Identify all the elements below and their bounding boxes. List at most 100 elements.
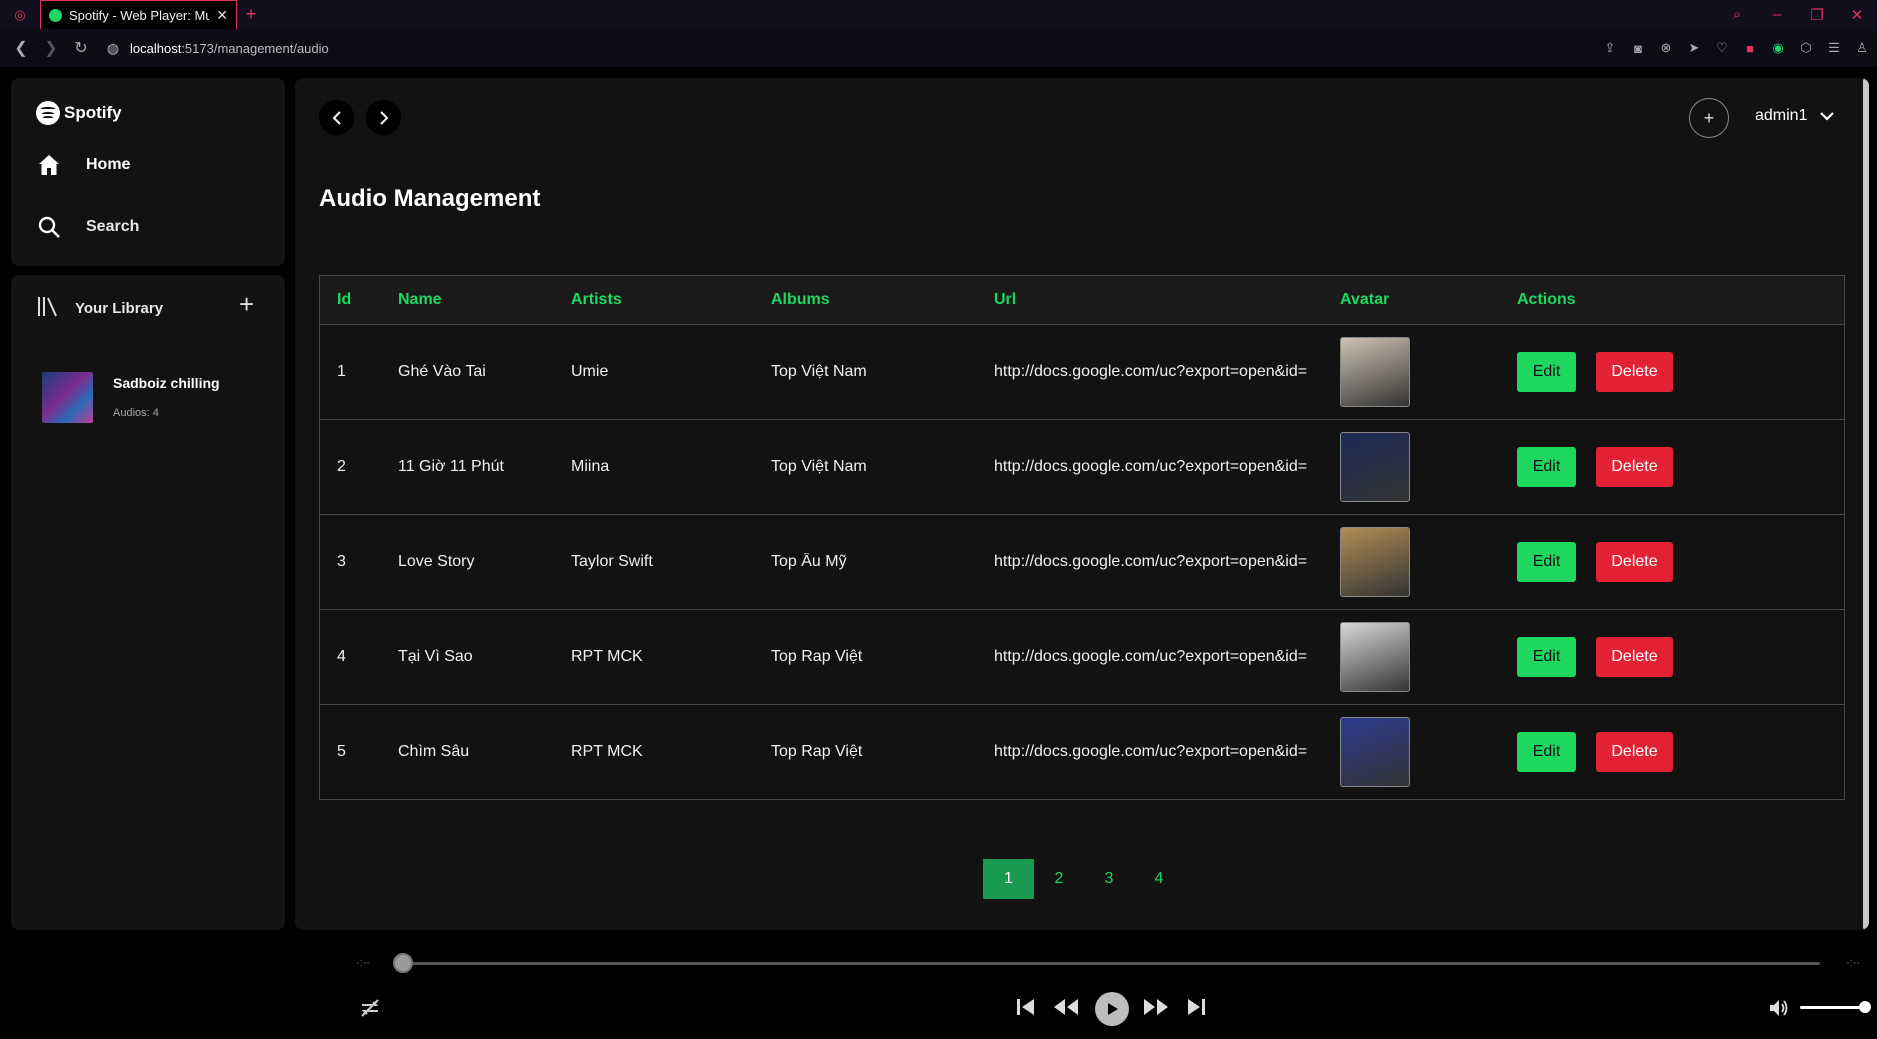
minimize-icon[interactable]: – [1757,6,1797,23]
send-icon[interactable]: ➤ [1685,40,1703,56]
cell-album: Top Rap Việt [771,743,863,760]
play-icon [1108,1003,1118,1015]
column-header-actions: Actions [1517,291,1576,308]
play-button[interactable] [1095,992,1129,1026]
your-library-button[interactable]: Your Library [36,294,163,322]
cell-artists: Taylor Swift [571,553,653,570]
cell-album: Top Việt Nam [771,458,867,475]
avatar-image [1340,527,1410,597]
cell-url: http://docs.google.com/uc?export=open&id… [994,553,1308,570]
close-tab-icon[interactable]: ✕ [216,7,228,24]
camera-icon[interactable]: ◙ [1629,41,1647,56]
delete-button[interactable]: Delete [1596,352,1673,392]
playlist-cover [42,372,93,423]
forward-icon[interactable]: ❯ [36,38,66,58]
cell-artists: RPT MCK [571,743,643,760]
cell-avatar [1340,622,1517,692]
cell-url: http://docs.google.com/uc?export=open&id… [994,648,1308,665]
time-elapsed: -:-- [356,957,371,969]
cell-actions: Edit Delete [1517,732,1844,772]
cell-name: Tại Vì Sao [398,648,473,665]
spotify-logo[interactable]: Spotify [36,101,122,125]
cell-actions: Edit Delete [1517,352,1844,392]
edit-button[interactable]: Edit [1517,447,1576,487]
history-forward-button[interactable] [366,100,401,135]
cell-actions: Edit Delete [1517,637,1844,677]
cell-name: 11 Giờ 11 Phút [398,458,504,475]
gamepad-icon[interactable]: ◎ [0,0,40,29]
back-icon[interactable]: ❮ [6,38,36,58]
page-1-button[interactable]: 1 [983,859,1034,899]
sidebar-item-search[interactable]: Search [36,214,139,240]
main-content: + admin1 Audio Management Id Name Artist… [295,78,1869,930]
repeat-icon[interactable] [358,996,382,1020]
cell-artists: RPT MCK [571,648,643,665]
volume-slider[interactable] [1800,1006,1866,1009]
heart-icon[interactable]: ♡ [1713,40,1731,56]
library-playlist[interactable]: Sadboiz chilling Audios: 4 [42,372,220,423]
cell-id: 3 [337,553,346,570]
chevron-left-icon [332,110,341,125]
column-header-id: Id [337,291,352,308]
skip-next-icon[interactable] [1185,996,1207,1018]
create-playlist-icon[interactable]: + [239,289,254,320]
page-4-button[interactable]: 4 [1134,859,1184,899]
cube-icon[interactable]: ⬡ [1797,40,1815,56]
block-icon[interactable]: ⊗ [1657,40,1675,56]
cell-url: http://docs.google.com/uc?export=open&id… [994,458,1308,475]
close-window-icon[interactable]: ✕ [1837,6,1877,24]
history-back-button[interactable] [319,100,354,135]
main-scrollbar[interactable] [1863,78,1869,930]
cell-name: Ghé Vào Tai [398,363,486,380]
profile-icon[interactable]: ♙ [1853,40,1871,56]
table-row: 3 Love Story Taylor Swift Top Âu Mỹ http://d… [320,514,1844,609]
menu-icon[interactable]: ☰ [1825,40,1843,56]
page-3-button[interactable]: 3 [1084,859,1134,899]
restore-icon[interactable]: ❐ [1797,6,1837,24]
user-menu[interactable]: admin1 [1755,107,1835,125]
cell-album: Top Việt Nam [771,363,867,380]
edit-button[interactable]: Edit [1517,732,1576,772]
search-tabs-icon[interactable]: ⌕ [1717,6,1757,23]
site-info-icon[interactable]: ◍ [96,40,130,57]
share-icon[interactable]: ⇪ [1601,40,1619,56]
username: admin1 [1755,107,1808,124]
skip-previous-icon[interactable] [1015,996,1037,1018]
delete-button[interactable]: Delete [1596,732,1673,772]
edit-button[interactable]: Edit [1517,637,1576,677]
rewind-icon[interactable] [1052,996,1080,1018]
time-total: -:-- [1846,957,1861,969]
add-button[interactable]: + [1689,98,1729,138]
tab-title: Spotify - Web Player: Music [69,7,210,23]
browser-tab[interactable]: Spotify - Web Player: Music ✕ [40,0,237,29]
progress-handle[interactable] [393,953,413,973]
cell-avatar [1340,527,1517,597]
progress-bar[interactable] [402,962,1820,965]
sidebar-item-home[interactable]: Home [36,152,130,178]
column-header-avatar: Avatar [1340,291,1390,308]
reload-icon[interactable]: ↻ [66,38,96,58]
spotify-logo-icon [36,101,60,125]
delete-button[interactable]: Delete [1596,637,1673,677]
avatar-image [1340,717,1410,787]
fast-forward-icon[interactable] [1142,996,1170,1018]
sidebar-library: Your Library + Sadboiz chilling Audios: … [11,275,285,930]
edit-button[interactable]: Edit [1517,352,1576,392]
delete-button[interactable]: Delete [1596,447,1673,487]
cell-name: Love Story [398,553,475,570]
vpn-icon[interactable]: ◉ [1769,40,1787,56]
edit-button[interactable]: Edit [1517,542,1576,582]
cell-url: http://docs.google.com/uc?export=open&id… [994,743,1308,760]
avatar-image [1340,622,1410,692]
extension-icon[interactable]: ■ [1741,41,1759,56]
volume-handle[interactable] [1859,1001,1871,1013]
page-2-button[interactable]: 2 [1034,859,1084,899]
volume-icon[interactable] [1767,996,1791,1020]
avatar-image [1340,337,1410,407]
url-field[interactable]: localhost:5173/management/audio [130,41,329,56]
cell-id: 4 [337,648,346,665]
library-icon [36,294,60,322]
new-tab-icon[interactable]: + [237,4,265,25]
delete-button[interactable]: Delete [1596,542,1673,582]
plus-icon: + [1703,107,1715,128]
